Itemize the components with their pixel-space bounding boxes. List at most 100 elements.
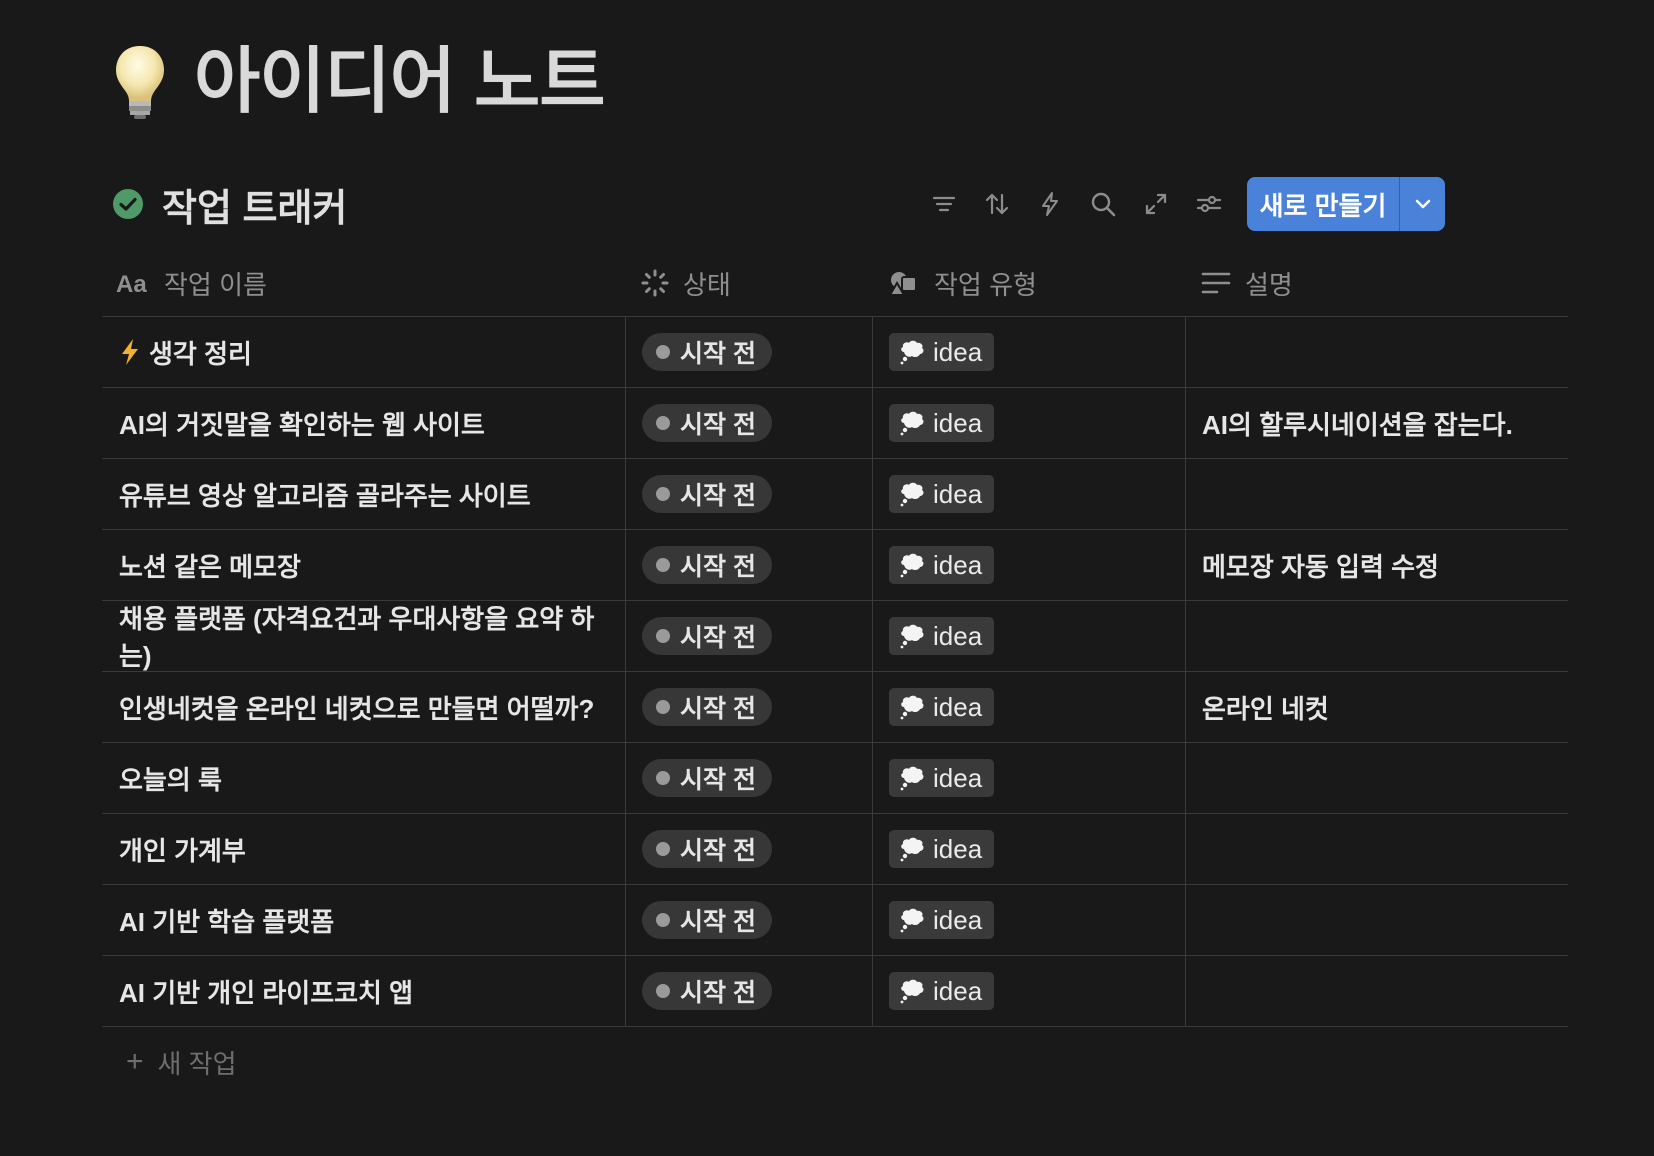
type-tag[interactable]: idea [889,475,995,513]
cell-description[interactable] [1185,814,1568,884]
cell-name[interactable]: AI 기반 학습 플랫폼 [102,885,625,955]
cell-description[interactable]: 메모장 자동 입력 수정 [1185,530,1568,600]
new-button[interactable]: 새로 만들기 [1247,177,1399,231]
cell-description[interactable] [1185,956,1568,1026]
table-row[interactable]: 채용 플랫폼 (자격요건과 우대사항을 요약 하는) 시작 전 idea [102,601,1568,672]
thought-bubble-icon [900,553,924,578]
status-badge[interactable]: 시작 전 [642,830,772,868]
cell-status[interactable]: 시작 전 [625,672,872,742]
cell-status[interactable]: 시작 전 [625,530,872,600]
cell-description[interactable]: 온라인 네컷 [1185,672,1568,742]
cell-type[interactable]: idea [872,459,1185,529]
table-row[interactable]: 생각 정리 시작 전 idea [102,317,1568,388]
cell-description[interactable] [1185,601,1568,671]
cell-name[interactable]: 채용 플랫폼 (자격요건과 우대사항을 요약 하는) [102,601,625,671]
cell-name[interactable]: AI의 거짓말을 확인하는 웹 사이트 [102,388,625,458]
cell-type[interactable]: idea [872,814,1185,884]
type-tag[interactable]: idea [889,404,995,442]
type-tag[interactable]: idea [889,972,995,1010]
lightbulb-icon [116,46,164,119]
cell-name[interactable]: 노션 같은 메모장 [102,530,625,600]
table-row[interactable]: 유튜브 영상 알고리즘 골라주는 사이트 시작 전 idea [102,459,1568,530]
cell-type[interactable]: idea [872,601,1185,671]
status-badge[interactable]: 시작 전 [642,546,772,584]
status-badge[interactable]: 시작 전 [642,475,772,513]
add-row-button[interactable]: + 새 작업 [102,1027,1568,1097]
type-tag[interactable]: idea [889,759,995,797]
cell-status[interactable]: 시작 전 [625,743,872,813]
table-body: 생각 정리 시작 전 idea AI의 거짓말을 확인하는 웹 사이트 시작 전 idea… [102,317,1568,1027]
cell-status[interactable]: 시작 전 [625,885,872,955]
table-row[interactable]: AI 기반 학습 플랫폼 시작 전 idea [102,885,1568,956]
type-tag[interactable]: idea [889,688,995,726]
cell-status[interactable]: 시작 전 [625,459,872,529]
cell-status[interactable]: 시작 전 [625,388,872,458]
database-title[interactable]: 작업 트래커 [162,177,347,232]
type-tag[interactable]: idea [889,830,995,868]
settings-icon[interactable] [1191,186,1227,222]
cell-type[interactable]: idea [872,956,1185,1026]
table-row[interactable]: 개인 가계부 시작 전 idea [102,814,1568,885]
search-icon[interactable] [1085,186,1121,222]
cell-description[interactable] [1185,459,1568,529]
type-tag[interactable]: idea [889,546,995,584]
table-row[interactable]: 오늘의 룩 시작 전 idea [102,743,1568,814]
cell-name[interactable]: 인생네컷을 온라인 네컷으로 만들면 어떨까? [102,672,625,742]
filter-icon[interactable] [926,186,962,222]
table-row[interactable]: AI의 거짓말을 확인하는 웹 사이트 시작 전 idea AI의 할루시네이션을 잡… [102,388,1568,459]
description-text: 온라인 네컷 [1202,693,1329,724]
cell-type[interactable]: idea [872,530,1185,600]
status-badge[interactable]: 시작 전 [642,901,772,939]
thought-bubble-icon [900,766,924,791]
cell-description[interactable] [1185,885,1568,955]
sort-icon[interactable] [979,186,1015,222]
cell-type[interactable]: idea [872,388,1185,458]
cell-description[interactable]: AI의 할루시네이션을 잡는다. [1185,388,1568,458]
type-label: idea [933,478,983,509]
cell-name[interactable]: AI 기반 개인 라이프코치 앱 [102,956,625,1026]
cell-description[interactable] [1185,317,1568,387]
expand-icon[interactable] [1138,186,1174,222]
cell-name[interactable]: 오늘의 룩 [102,743,625,813]
database-header: 작업 트래커 [112,176,347,232]
type-tag[interactable]: idea [889,617,995,655]
task-name: 노션 같은 메모장 [119,551,301,582]
table-row[interactable]: 노션 같은 메모장 시작 전 idea 메모장 자동 입력 수정 [102,530,1568,601]
type-label: idea [933,407,983,438]
status-dot-icon [656,984,670,998]
cell-status[interactable]: 시작 전 [625,814,872,884]
status-badge[interactable]: 시작 전 [642,759,772,797]
status-badge[interactable]: 시작 전 [642,688,772,726]
column-header-type[interactable]: 작업 유형 [872,250,1185,316]
status-badge[interactable]: 시작 전 [642,333,772,371]
thought-bubble-icon [900,695,924,720]
type-tag[interactable]: idea [889,333,995,371]
cell-status[interactable]: 시작 전 [625,601,872,671]
cell-description[interactable] [1185,743,1568,813]
column-header-name[interactable]: Aa 작업 이름 [102,250,625,316]
cell-name[interactable]: 개인 가계부 [102,814,625,884]
lightning-icon[interactable] [1032,186,1068,222]
status-badge[interactable]: 시작 전 [642,972,772,1010]
cell-status[interactable]: 시작 전 [625,956,872,1026]
status-spinner-icon [641,269,669,297]
thought-bubble-icon [900,624,924,649]
cell-type[interactable]: idea [872,672,1185,742]
type-tag[interactable]: idea [889,901,995,939]
table-row[interactable]: AI 기반 개인 라이프코치 앱 시작 전 idea [102,956,1568,1027]
cell-type[interactable]: idea [872,743,1185,813]
column-header-status[interactable]: 상태 [625,250,872,316]
status-dot-icon [656,558,670,572]
status-label: 시작 전 [680,766,756,794]
cell-type[interactable]: idea [872,885,1185,955]
cell-name[interactable]: 유튜브 영상 알고리즘 골라주는 사이트 [102,459,625,529]
status-badge[interactable]: 시작 전 [642,617,772,655]
cell-type[interactable]: idea [872,317,1185,387]
column-header-description[interactable]: 설명 [1185,250,1568,316]
cell-name[interactable]: 생각 정리 [102,317,625,387]
chevron-down-icon[interactable] [1399,177,1445,231]
cell-status[interactable]: 시작 전 [625,317,872,387]
table-row[interactable]: 인생네컷을 온라인 네컷으로 만들면 어떨까? 시작 전 idea 온라인 네컷 [102,672,1568,743]
column-header-label: 상태 [683,269,731,300]
status-badge[interactable]: 시작 전 [642,404,772,442]
